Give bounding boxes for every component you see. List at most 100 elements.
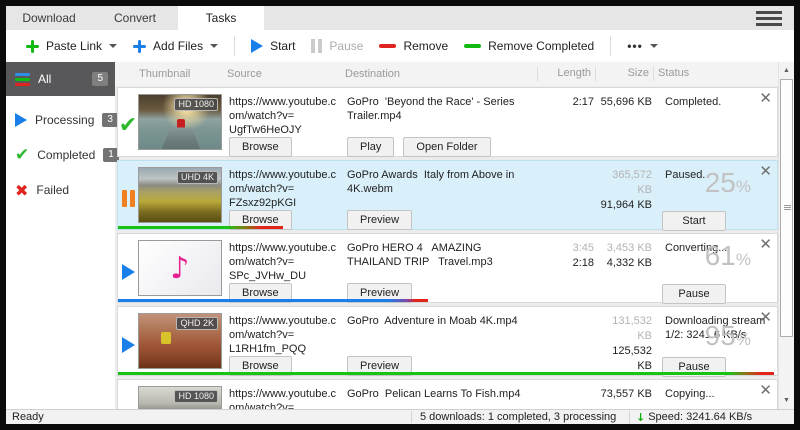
task-row[interactable]: HD 1080 https://www.youtube.com/watch?v=… xyxy=(117,379,778,409)
resolution-badge: QHD 2K xyxy=(176,317,218,330)
close-icon[interactable]: ✕ xyxy=(759,382,772,398)
remove-completed-label: Remove Completed xyxy=(488,39,594,53)
status-ready: Ready xyxy=(6,411,411,423)
start-label: Start xyxy=(270,39,295,53)
size-value: 73,557 KB xyxy=(601,388,652,400)
start-button[interactable]: Start xyxy=(662,211,726,231)
sidebar-item-processing[interactable]: Processing 3 xyxy=(6,105,115,135)
status-text: Copying... xyxy=(665,388,715,400)
paused-icon xyxy=(122,190,135,207)
status-downloads-summary: 5 downloads: 1 completed, 3 processing xyxy=(411,411,629,423)
pause-icon xyxy=(311,39,322,53)
video-thumbnail: HD 1080 xyxy=(138,386,222,409)
close-icon[interactable]: ✕ xyxy=(759,163,772,179)
music-note-icon: ♪ xyxy=(170,251,189,286)
task-row[interactable]: ✔ HD 1080 https://www.youtube.com/watch?… xyxy=(117,87,778,157)
progress-bar xyxy=(118,226,283,229)
all-tasks-icon xyxy=(15,73,30,86)
failed-x-icon: ✖ xyxy=(15,181,28,200)
tab-download[interactable]: Download xyxy=(6,6,92,30)
speed-value: Speed: 3241.64 KB/s xyxy=(648,411,752,423)
close-icon[interactable]: ✕ xyxy=(759,236,772,252)
status-speed: ↓ Speed: 3241.64 KB/s xyxy=(629,411,794,424)
progress-percent: 61% xyxy=(705,249,751,267)
chevron-down-icon[interactable] xyxy=(210,44,218,48)
task-list-panel: Thumbnail Source Destination Length Size… xyxy=(115,62,794,409)
tab-tasks[interactable]: Tasks xyxy=(178,6,264,30)
header-size: Size xyxy=(595,67,653,81)
video-thumbnail: HD 1080 xyxy=(138,94,222,150)
length-value: 2:17 xyxy=(573,96,594,108)
source-url: https://www.youtube.com/watch?v= xyxy=(229,387,340,409)
task-row[interactable]: UHD 4K https://www.youtube.com/watch?v= … xyxy=(117,160,778,230)
size-value: 55,696 KB xyxy=(601,96,652,108)
plus-icon xyxy=(133,40,146,53)
remove-completed-icon xyxy=(464,44,481,48)
list-header: Thumbnail Source Destination Length Size… xyxy=(115,62,778,86)
source-url: https://www.youtube.com/watch?v= xyxy=(229,95,340,123)
sidebar-item-failed[interactable]: ✖ Failed xyxy=(6,175,115,205)
more-icon: ••• xyxy=(627,39,643,53)
paste-link-button[interactable]: Paste Link xyxy=(18,35,125,57)
remove-label: Remove xyxy=(403,39,448,53)
status-bar: Ready 5 downloads: 1 completed, 3 proces… xyxy=(6,409,794,424)
chevron-down-icon[interactable] xyxy=(109,44,117,48)
destination-file: GoPro Pelican Learns To Fish.mp4 xyxy=(347,387,536,401)
source-url-id: FZsxz92pKGI xyxy=(229,196,340,210)
download-speed-icon: ↓ xyxy=(636,411,645,424)
destination-file: GoPro 'Beyond the Race' - Series Trailer… xyxy=(347,95,536,123)
task-row[interactable]: ♪ https://www.youtube.com/watch?v= SPc_J… xyxy=(117,233,778,303)
destination-file: GoPro Adventure in Moab 4K.mp4 xyxy=(347,314,536,328)
toolbar: Paste Link Add Files Start Pause Remove … xyxy=(6,30,794,62)
sidebar-item-label: Completed xyxy=(37,148,95,162)
remove-icon xyxy=(379,44,396,48)
pause-button[interactable]: Pause xyxy=(662,284,726,304)
status-text: Paused. xyxy=(665,169,705,181)
processing-icon xyxy=(15,113,27,127)
sidebar-item-completed[interactable]: ✔ Completed 1 xyxy=(6,140,115,170)
task-list: ✔ HD 1080 https://www.youtube.com/watch?… xyxy=(115,86,778,409)
length-value: 2:18 xyxy=(573,257,594,269)
check-icon: ✔ xyxy=(119,113,137,138)
destination-file: GoPro HERO 4 AMAZING THAILAND TRIP Trave… xyxy=(347,241,536,269)
remove-completed-button[interactable]: Remove Completed xyxy=(456,35,602,57)
status-text: Completed. xyxy=(665,96,721,108)
play-button[interactable]: Play xyxy=(347,137,394,157)
vertical-scrollbar[interactable]: ▲ ▼ xyxy=(778,62,794,409)
scrollbar-thumb[interactable] xyxy=(780,79,793,337)
browse-button[interactable]: Browse xyxy=(229,137,292,157)
close-icon[interactable]: ✕ xyxy=(759,309,772,325)
scroll-down-icon[interactable]: ▼ xyxy=(779,393,794,408)
start-button[interactable]: Start xyxy=(243,35,303,57)
app-window: Download Convert Tasks Paste Link Add Fi… xyxy=(0,0,800,430)
source-url-id: UgfTw6HeOJY xyxy=(229,123,340,137)
audio-thumbnail: ♪ xyxy=(138,240,222,296)
processing-icon xyxy=(122,337,135,353)
tab-convert[interactable]: Convert xyxy=(92,6,178,30)
header-destination: Destination xyxy=(341,68,537,80)
pause-button[interactable]: Pause xyxy=(303,35,371,57)
source-url: https://www.youtube.com/watch?v= xyxy=(229,168,340,196)
progress-percent: 25% xyxy=(705,176,751,194)
video-thumbnail: QHD 2K xyxy=(138,313,222,369)
processing-icon xyxy=(122,264,135,280)
more-button[interactable]: ••• xyxy=(619,35,666,57)
progress-bar xyxy=(118,372,774,375)
toolbar-separator xyxy=(610,36,611,56)
header-source: Source xyxy=(223,68,341,80)
menu-icon[interactable] xyxy=(756,6,782,30)
progress-bar xyxy=(118,299,428,302)
source-url: https://www.youtube.com/watch?v= xyxy=(229,241,340,269)
resolution-badge: UHD 4K xyxy=(177,171,218,184)
preview-button[interactable]: Preview xyxy=(347,210,412,230)
remove-button[interactable]: Remove xyxy=(371,35,456,57)
play-icon xyxy=(251,39,263,53)
open-folder-button[interactable]: Open Folder xyxy=(403,137,490,157)
scroll-up-icon[interactable]: ▲ xyxy=(779,63,794,78)
header-length: Length xyxy=(537,67,595,81)
task-row[interactable]: QHD 2K https://www.youtube.com/watch?v= … xyxy=(117,306,778,376)
add-files-button[interactable]: Add Files xyxy=(125,35,226,57)
pause-label: Pause xyxy=(329,39,363,53)
sidebar-item-all[interactable]: All 5 xyxy=(6,62,115,96)
close-icon[interactable]: ✕ xyxy=(759,90,772,106)
